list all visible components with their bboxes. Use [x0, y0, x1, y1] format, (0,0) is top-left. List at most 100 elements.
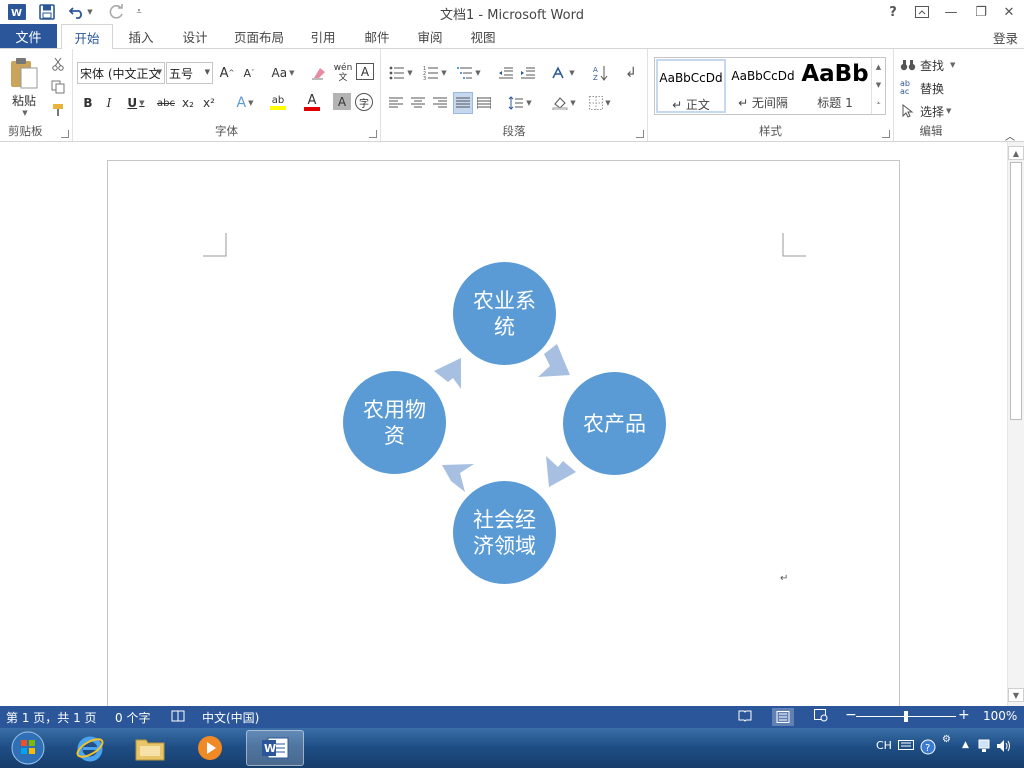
phonetic-guide-button[interactable]: wén 文	[333, 61, 353, 85]
help-button[interactable]: ?	[884, 2, 902, 22]
gallery-down-icon[interactable]: ▼	[872, 76, 885, 94]
align-right-icon[interactable]	[431, 93, 449, 113]
font-color-button[interactable]: A	[297, 93, 327, 113]
ribbon-display-options-icon[interactable]	[912, 2, 932, 22]
align-center-icon[interactable]	[409, 93, 427, 113]
bullets-icon[interactable]: ▼	[387, 63, 415, 83]
format-painter-icon[interactable]	[48, 100, 68, 120]
gallery-more-icon[interactable]: ⩡	[872, 94, 885, 112]
multilevel-list-icon[interactable]: ▼	[455, 63, 483, 83]
node-agricultural-materials[interactable]: 农用物资	[343, 371, 446, 474]
clear-formatting-icon[interactable]	[309, 63, 329, 83]
show-marks-icon[interactable]: ↲	[621, 63, 641, 83]
login-link[interactable]: 登录	[993, 28, 1018, 47]
proofing-icon[interactable]	[171, 709, 185, 726]
character-border-button[interactable]: A	[356, 63, 374, 80]
zoom-in-button[interactable]: +	[958, 707, 970, 723]
numbering-icon[interactable]: 1 2 3 ▼	[421, 63, 449, 83]
align-left-icon[interactable]	[387, 93, 405, 113]
distributed-icon[interactable]	[475, 93, 493, 113]
strikethrough-button[interactable]: abc	[155, 93, 177, 113]
zoom-level[interactable]: 100%	[983, 709, 1017, 723]
italic-button[interactable]: I	[100, 93, 118, 113]
page-count[interactable]: 第 1 页，共 1 页	[6, 709, 97, 726]
style-no-spacing[interactable]: AaBbCcDd ↵ 无间隔	[728, 59, 798, 113]
replace-button[interactable]: ab ac 替换	[900, 78, 964, 98]
superscript-button[interactable]: x²	[200, 93, 218, 113]
text-effects-button[interactable]: A ▼	[231, 93, 259, 113]
web-layout-icon[interactable]	[814, 709, 828, 725]
save-icon[interactable]	[36, 2, 58, 22]
word-count[interactable]: 0 个字	[115, 709, 150, 726]
line-spacing-icon[interactable]: ▼	[505, 93, 535, 113]
input-language-indicator[interactable]: CH	[876, 739, 892, 752]
styles-dialog-launcher[interactable]	[882, 130, 890, 138]
style-normal[interactable]: AaBbCcDd ↵ 正文	[656, 59, 726, 113]
file-explorer-icon[interactable]	[124, 730, 176, 766]
show-hidden-icons[interactable]: ▲	[962, 740, 969, 750]
increase-indent-icon[interactable]	[519, 63, 537, 83]
document-page[interactable]: 农业系统 农产品 社会经济领域 农用物资 ↵	[107, 160, 900, 720]
tab-page-layout[interactable]: 页面布局	[226, 24, 292, 48]
word-taskbar-icon[interactable]: W	[246, 730, 304, 766]
node-socioeconomic-sphere[interactable]: 社会经济领域	[453, 481, 556, 584]
font-dialog-launcher[interactable]	[369, 130, 377, 138]
start-orb-icon[interactable]	[2, 730, 54, 766]
clipboard-dialog-launcher[interactable]	[61, 130, 69, 138]
media-player-icon[interactable]	[184, 730, 236, 766]
close-button[interactable]: ✕	[998, 2, 1020, 22]
tab-mailings[interactable]: 邮件	[354, 24, 400, 48]
font-name-select[interactable]: 宋体 (中文正文 ▼	[77, 62, 165, 84]
style-heading-1[interactable]: AaBb 标题 1	[800, 59, 870, 113]
gallery-up-icon[interactable]: ▲	[872, 58, 885, 76]
shading-icon[interactable]: ▼	[549, 93, 579, 113]
tab-file[interactable]: 文件	[0, 24, 57, 48]
highlight-color-button[interactable]: ab	[263, 93, 293, 113]
restore-button[interactable]: ❐	[970, 2, 992, 22]
customize-qat-icon[interactable]: ⩡	[132, 2, 146, 22]
copy-icon[interactable]	[48, 77, 68, 97]
tab-references[interactable]: 引用	[300, 24, 346, 48]
undo-icon[interactable]: ▼	[66, 2, 96, 22]
scroll-thumb[interactable]	[1010, 162, 1022, 420]
node-agricultural-products[interactable]: 农产品	[563, 372, 666, 475]
zoom-out-button[interactable]: −	[845, 707, 857, 723]
chinese-layout-icon[interactable]: ▼	[549, 63, 577, 83]
network-icon[interactable]	[978, 739, 990, 756]
internet-explorer-icon[interactable]	[64, 730, 116, 766]
borders-icon[interactable]: ▼	[585, 93, 615, 113]
justify-icon[interactable]	[453, 92, 473, 114]
tab-insert[interactable]: 插入	[118, 24, 164, 48]
enclose-characters-button[interactable]: 字	[355, 93, 373, 111]
help-tray-icon[interactable]: ?	[920, 739, 936, 758]
tab-view[interactable]: 视图	[460, 24, 506, 48]
character-shading-button[interactable]: A	[333, 93, 351, 110]
read-mode-icon[interactable]	[738, 709, 752, 725]
sort-icon[interactable]: AZ	[591, 63, 611, 83]
language-indicator[interactable]: 中文(中国)	[202, 709, 259, 726]
tab-design[interactable]: 设计	[172, 24, 218, 48]
font-size-select[interactable]: 五号 ▼	[166, 62, 213, 84]
underline-button[interactable]: U ▼	[122, 93, 150, 113]
subscript-button[interactable]: x₂	[179, 93, 197, 113]
ime-settings-icon[interactable]: ⚙	[942, 734, 951, 745]
scroll-up-icon[interactable]: ▲	[1008, 146, 1024, 160]
cut-icon[interactable]	[48, 54, 68, 74]
minimize-button[interactable]: —	[940, 2, 962, 22]
node-agriculture-system[interactable]: 农业系统	[453, 262, 556, 365]
zoom-slider-thumb[interactable]	[904, 711, 908, 722]
word-app-icon[interactable]: W	[6, 2, 28, 22]
grow-font-button[interactable]: A ^	[217, 63, 237, 83]
print-layout-icon[interactable]	[772, 708, 794, 726]
tab-home[interactable]: 开始	[61, 24, 113, 49]
bold-button[interactable]: B	[79, 93, 97, 113]
find-button[interactable]: 查找 ▼	[900, 55, 964, 75]
change-case-button[interactable]: Aa ▼	[267, 63, 299, 83]
scroll-down-icon[interactable]: ▼	[1008, 688, 1024, 702]
keyboard-icon[interactable]	[898, 739, 914, 754]
paste-button[interactable]: 粘贴 ▼	[4, 53, 44, 119]
select-button[interactable]: 选择 ▼	[900, 101, 964, 121]
shrink-font-button[interactable]: Aˇ	[239, 63, 259, 83]
volume-icon[interactable]	[996, 739, 1012, 756]
decrease-indent-icon[interactable]	[497, 63, 515, 83]
